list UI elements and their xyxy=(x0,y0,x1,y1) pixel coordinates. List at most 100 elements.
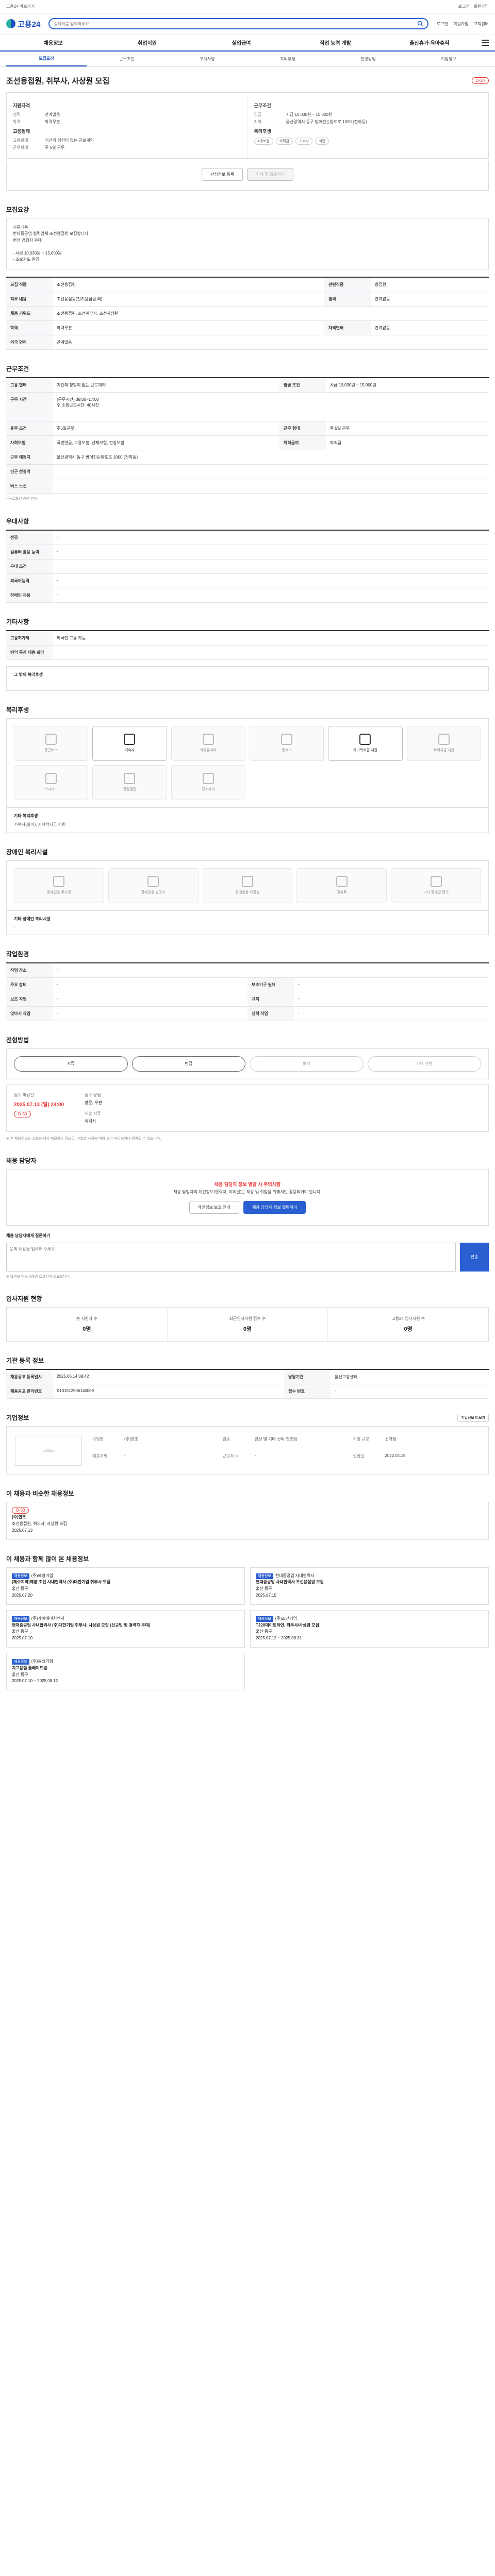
header-help-link[interactable]: 고객센터 xyxy=(474,21,489,27)
recommend-card[interactable]: 채용정보 현대중공업 사내협력사 현대중공업 사내협력사 조선용접원 모집 울산 동구… xyxy=(250,1567,489,1605)
card-title: T320데이토라인, 취부사/사상원 모집 xyxy=(256,1622,319,1628)
top-login-link[interactable]: 로그인 xyxy=(458,4,469,9)
apply-method: 방문, 우편 xyxy=(85,1100,102,1105)
section-title: 이 채용과 비슷한 채용정보 xyxy=(6,1490,74,1498)
table-cell: 주5일근무 xyxy=(53,421,279,436)
section-title: 작업환경 xyxy=(6,950,29,958)
table-row: 채용공고 등록일시 2025.06.14 09:42 담당기관 울산고용센터 xyxy=(6,1369,489,1385)
table-head-cell: 보조기구 필요 xyxy=(248,977,294,992)
stat-col: 최근입사지원 접수 수 0명 xyxy=(167,1308,328,1342)
section-title: 기관 등록 정보 xyxy=(6,1357,44,1365)
site-header: 고용24 로그인 회원가입 고객센터 xyxy=(0,13,495,34)
recommend-card[interactable]: 채용정보 (주)케이에이치엔지 현대중공업 사내협력사 (주)대한기업 취부사, 사… xyxy=(6,1609,245,1648)
card-title: 현대중공업 사내협력사 (주)대한기업 취부사, 사상원 모집 (신규입 및 경… xyxy=(12,1622,151,1628)
welfare-extra-text: 기숙사(실비), 자녀학자금 지원 xyxy=(14,822,66,827)
privacy-guide-button[interactable]: 개인정보 보호 안내 xyxy=(189,1200,239,1214)
nav-skills-development[interactable]: 직업 능력 개발 xyxy=(288,39,382,46)
nav-jobs[interactable]: 채용정보 xyxy=(6,39,100,46)
nav-parental-leave[interactable]: 출산휴가·육아휴직 xyxy=(383,39,476,46)
ramp-icon xyxy=(336,876,348,888)
table-head-cell: 근무 시간 xyxy=(6,392,53,422)
tab-welfare[interactable]: 복리후생 xyxy=(248,52,328,66)
recommend-card[interactable]: 채용정보 (주)조선기업 T320데이토라인, 취부사/사상원 모집 울산 동구 202… xyxy=(250,1609,489,1648)
etc-box-text: - xyxy=(14,680,15,685)
disabled-item-label: 기타 장애인 편의 xyxy=(423,891,449,895)
preference-table: 전공 - 컴퓨터 활용 능력 - 우대 조건 - 외국어능력 - 장애인 채용 - xyxy=(6,529,489,603)
registration-table: 채용공고 등록일시 2025.06.14 09:42 담당기관 울산고용센터 채용공고… xyxy=(6,1369,489,1399)
summary-key: 임금 xyxy=(254,112,262,117)
top-utility-link[interactable]: 고용24 바로가기 xyxy=(6,4,35,9)
welfare-item-label: 차량유지비 xyxy=(200,749,217,753)
tab-process[interactable]: 전형방법 xyxy=(328,52,408,66)
bus-icon xyxy=(45,734,57,745)
nav-employment-support[interactable]: 취업지원 xyxy=(100,39,194,46)
table-head-cell: 병역 특례 채용 희망 xyxy=(6,645,53,660)
table-row: 장애인 채용 - xyxy=(6,588,489,603)
qa-head: 채용 담당자에게 질문하기 xyxy=(6,1233,51,1238)
header-join-link[interactable]: 회원가입 xyxy=(453,21,468,27)
nav-unemployment-benefit[interactable]: 실업급여 xyxy=(194,39,288,46)
section-title: 입사지원 현황 xyxy=(6,1295,42,1303)
table-head-cell: 퇴직급여 xyxy=(279,435,326,451)
top-join-link[interactable]: 회원가입 xyxy=(474,4,489,9)
table-row: 학력 학력무관 자격면허 관계없음 xyxy=(6,320,489,336)
table-cell: (근무시간) 08:00~17:00 주 소정근로시간: 40시간 xyxy=(53,392,489,422)
site-logo[interactable]: 고용24 xyxy=(6,19,40,29)
company-value: 2022.04.19 xyxy=(385,1453,406,1459)
card-company: 현대중공업 사내협력사 xyxy=(275,1573,315,1578)
tab-preference[interactable]: 우대사항 xyxy=(167,52,248,66)
company-more-button[interactable]: 기업정보 더보기 xyxy=(457,1413,489,1422)
header-login-link[interactable]: 로그인 xyxy=(437,21,448,27)
tab-company[interactable]: 기업정보 xyxy=(408,52,489,66)
card-title: (제주지역)해양 조선 사내협력사 (주)대한기업 취부사 모집 xyxy=(12,1580,111,1585)
view-contact-button[interactable]: 채용 담당자 정보 열람하기 xyxy=(243,1200,306,1214)
card-location: 울산 동구 xyxy=(12,1672,28,1677)
recruit-section: 모집요강 직무내용 현대중공업 협력업체 조선용접원 모집합니다. 현장 경험자… xyxy=(6,205,489,350)
table-row: 채용 키워드 조선용접원, 조선취부사, 조선사상원 xyxy=(6,306,489,321)
section-title: 우대사항 xyxy=(6,517,29,525)
search-icon[interactable] xyxy=(417,21,423,27)
print-share-button[interactable]: 인쇄 및 공유하기 xyxy=(247,168,294,181)
summary-panel: 지원자격 경력 관계없음 학력 학력무관 고용형태 고용형태 기간의 정함이 없는 근… xyxy=(6,92,489,159)
table-row: 버스 노선 xyxy=(6,479,489,494)
welfare-item: 중식비 xyxy=(249,725,324,761)
process-step: 기타 전형 xyxy=(367,1056,481,1072)
similar-section: 이 채용과 비슷한 채용정보 D-30 (주)한조 조선용접원, 취부사, 사상… xyxy=(6,1489,489,1540)
table-head-cell: 고용 형태 xyxy=(6,378,53,393)
qa-send-button[interactable]: 전송 xyxy=(460,1242,489,1272)
table-cell: - xyxy=(53,573,489,588)
table-row: 보조 작업 - 규칙 - xyxy=(6,992,489,1007)
welfare-item: 자녀학자금 지원 xyxy=(328,725,403,761)
table-cell: 국민연금, 고용보험, 산재보험, 건강보험 xyxy=(53,435,279,451)
table-cell: - xyxy=(53,559,489,574)
search-input[interactable] xyxy=(54,21,414,26)
disabled-item: 경사로 xyxy=(296,868,387,903)
card-location: 울산 동구 xyxy=(12,1586,28,1591)
add-interest-button[interactable]: 관심정보 등록 xyxy=(201,168,243,181)
table-head-cell: 청력 작업 xyxy=(248,1006,294,1021)
section-title: 이 채용과 함께 많이 본 채용정보 xyxy=(6,1555,89,1563)
section-title: 근무조건 xyxy=(6,365,29,373)
recommend-card[interactable]: 채용정보 (주)해양기업 (제주지역)해양 조선 사내협력사 (주)대한기업 취부사… xyxy=(6,1567,245,1605)
welfare-item: 복지카드 xyxy=(14,765,89,800)
table-cell: - xyxy=(53,545,489,560)
table-head-cell: 학력 xyxy=(6,320,53,336)
disabled-extra: 기타 장애인 복리시설 - xyxy=(6,910,489,935)
process-section: 전형방법 서류 면접 필기 기타 전형 접수 마감일 2025.07.13 (일… xyxy=(6,1036,489,1142)
global-nav: 채용정보 취업지원 실업급여 직업 능력 개발 출산휴가·육아휴직 xyxy=(0,34,495,52)
qa-input[interactable] xyxy=(6,1242,456,1272)
hamburger-menu-icon[interactable] xyxy=(476,39,489,46)
tab-recruit[interactable]: 모집요강 xyxy=(6,52,87,66)
company-key: 근로자 수 xyxy=(222,1454,239,1459)
summary-work-head: 근무조건 xyxy=(254,103,271,108)
table-head-cell: 휴무 조건 xyxy=(6,421,53,436)
recommend-card[interactable]: 채용정보 (주)동성기업 지그용접 플레이트원 울산 동구 2025.07.10 ~ 2… xyxy=(6,1652,245,1691)
card-date: 2025.07.15 xyxy=(256,1593,277,1598)
company-logo: LOGO xyxy=(15,1435,82,1466)
similar-card[interactable]: D-30 (주)한조 조선용접원, 취부사, 사상원 모집 2025.07.13 xyxy=(6,1502,489,1540)
section-title: 장애인 복리시설 xyxy=(6,848,48,856)
table-row: 근무 예정지 울산광역시 동구 방어진순환도로 1000 (전하동) xyxy=(6,450,489,465)
meal-icon xyxy=(281,734,293,745)
section-title: 모집요강 xyxy=(6,206,29,213)
tab-work-conditions[interactable]: 근무조건 xyxy=(87,52,167,66)
